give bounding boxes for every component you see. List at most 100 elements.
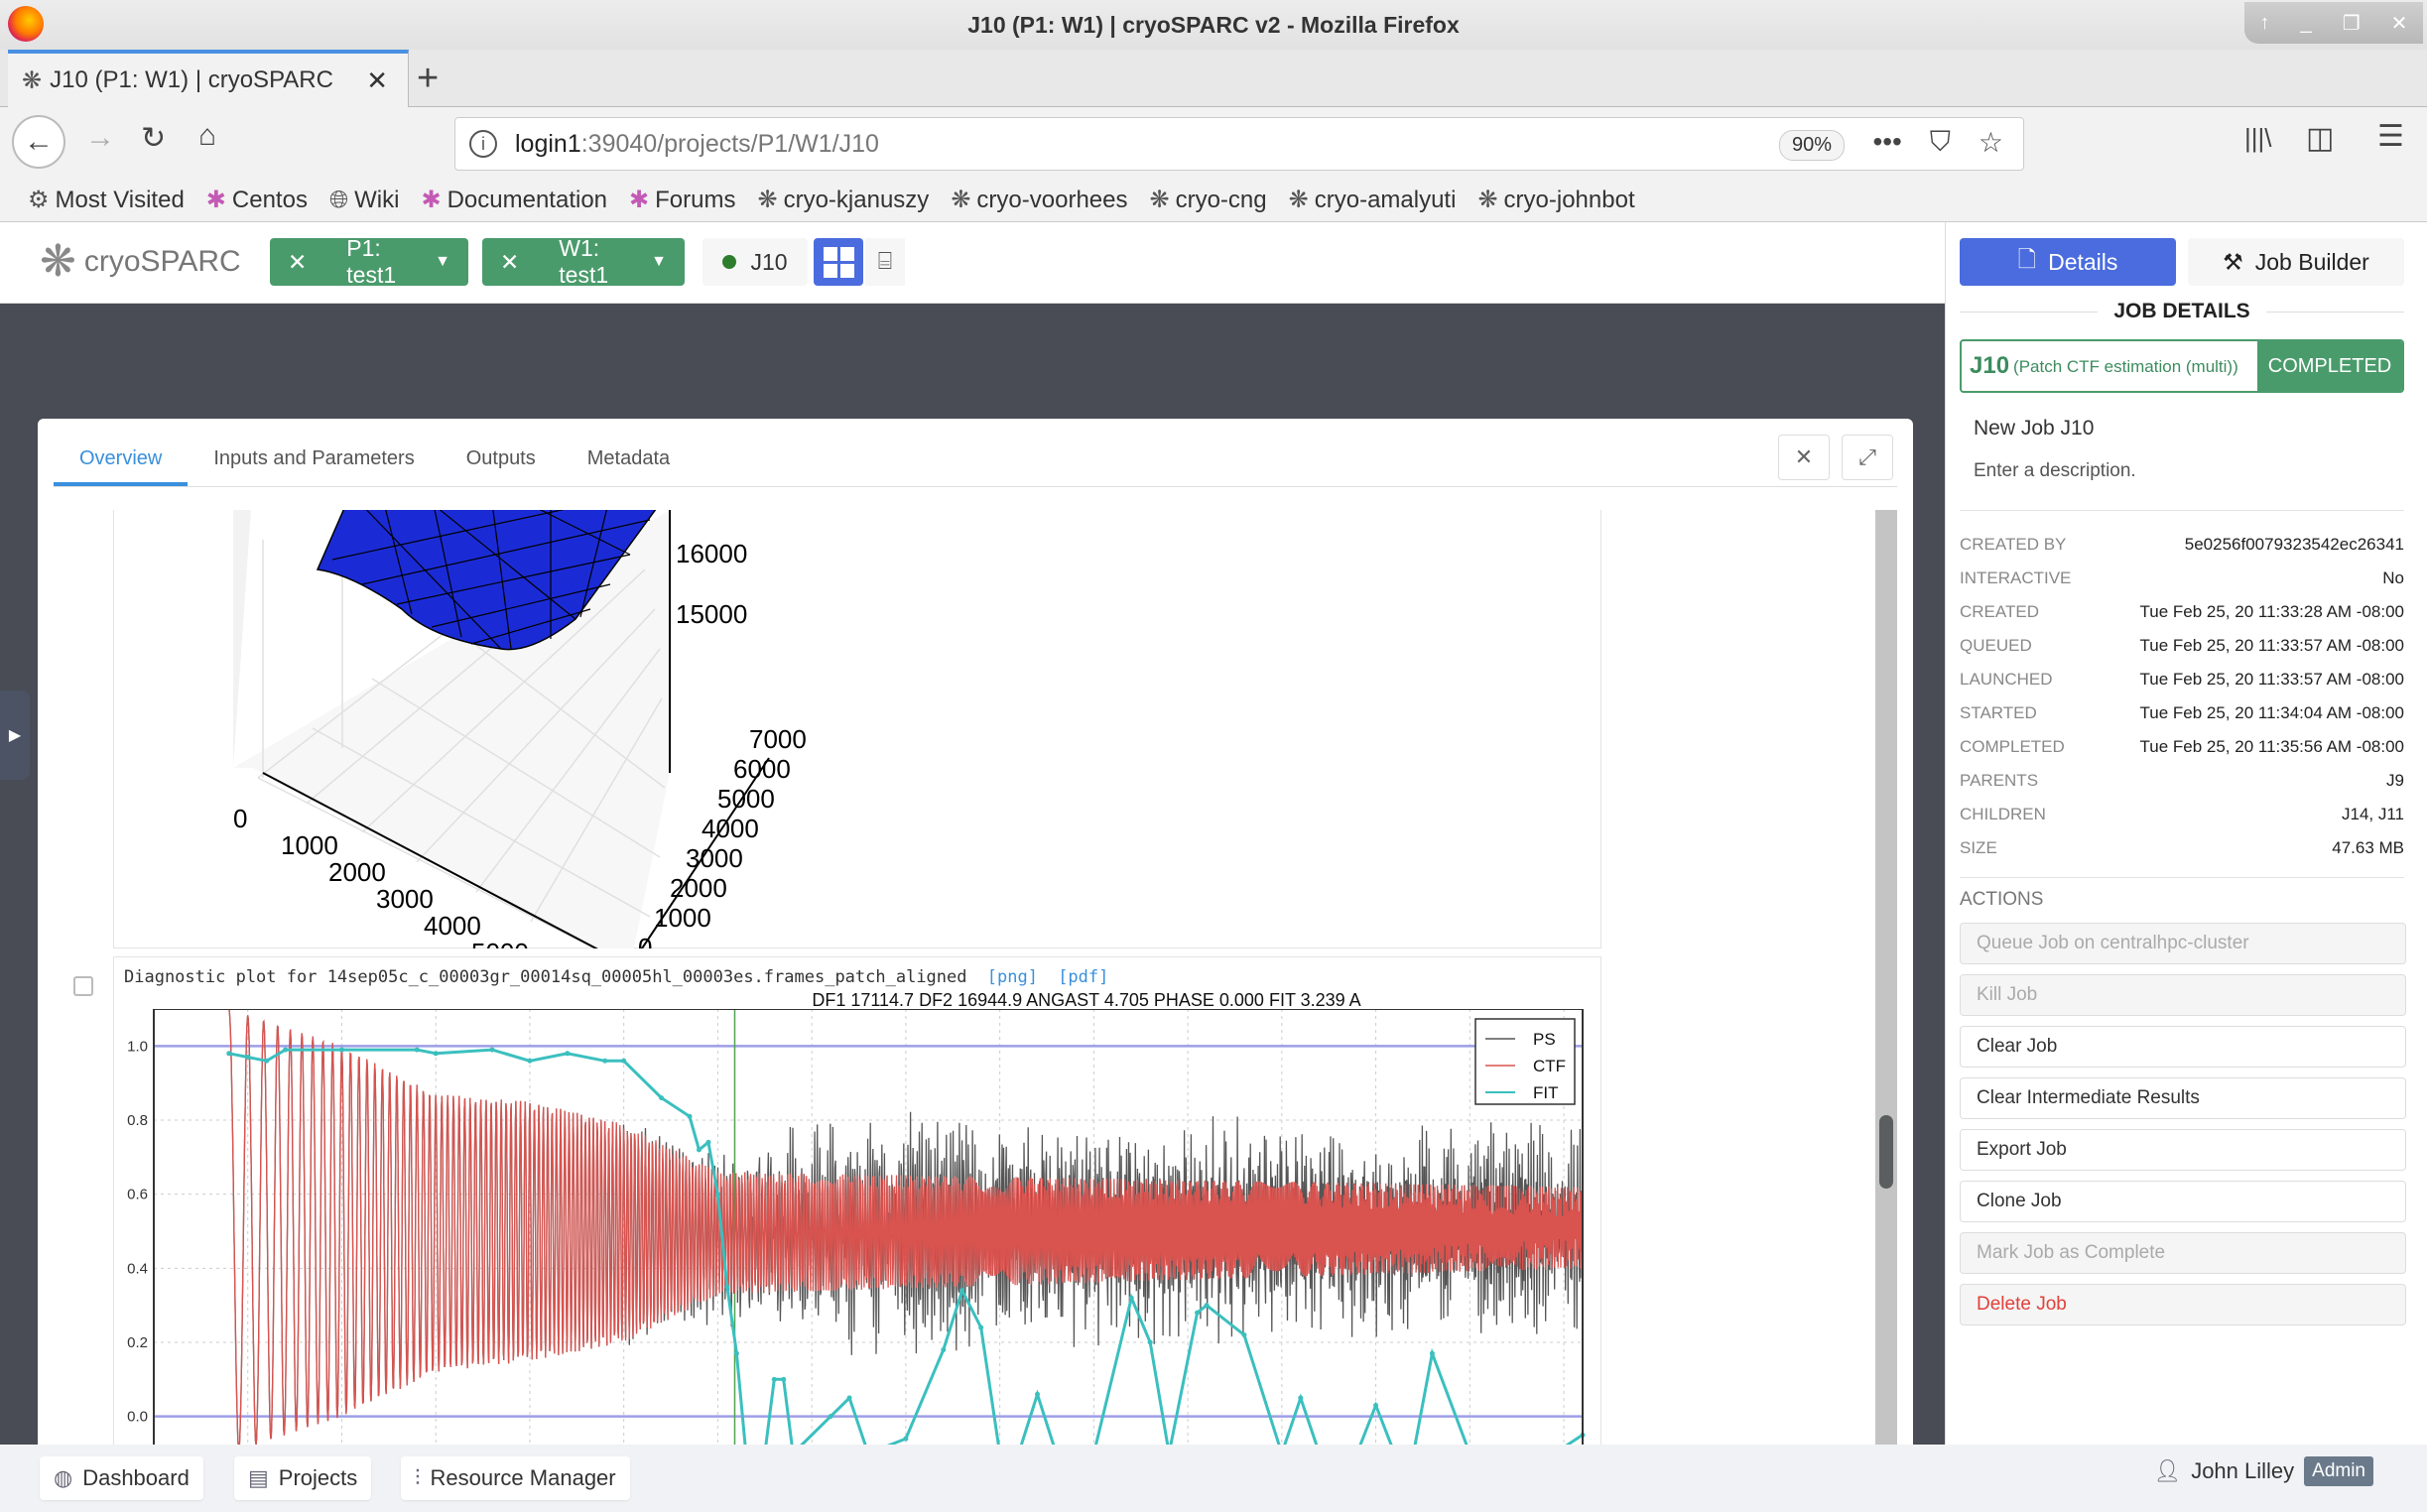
y-tick-label: 0.8 (127, 1112, 148, 1129)
library-icon[interactable]: |||\ (2244, 123, 2272, 154)
y-tick-label: 0.2 (127, 1334, 148, 1351)
bookmark-cryo-cng[interactable]: ❋ cryo-cng (1149, 186, 1266, 214)
centos-icon: ✱ (629, 187, 650, 213)
job-pill[interactable]: J10 (703, 238, 808, 286)
fit-point (978, 1324, 984, 1330)
status-badge: COMPLETED (2257, 341, 2402, 391)
workspace-pill[interactable]: ✕ W1: test1 ▼ (482, 235, 685, 288)
new-tab-button[interactable]: + (417, 58, 439, 100)
bookmark-most-visited[interactable]: ⚙ Most Visited (28, 186, 185, 214)
fit-point (414, 1047, 420, 1053)
back-wall (233, 510, 251, 768)
metadata-value: Tue Feb 25, 20 11:33:57 AM -08:00 (2139, 636, 2404, 655)
project-pill[interactable]: ✕ P1: test1 ▼ (270, 235, 468, 288)
info-icon[interactable]: i (469, 130, 497, 158)
dashboard-button[interactable]: ◍ Dashboard (40, 1456, 203, 1500)
expand-modal-button[interactable]: ⤢ (1842, 435, 1893, 480)
close-project-icon[interactable]: ✕ (288, 249, 307, 276)
action-export-job-button[interactable]: Export Job (1960, 1129, 2406, 1171)
scrollbar-thumb[interactable] (1879, 1115, 1893, 1189)
action-kill-job-button: Kill Job (1960, 974, 2406, 1016)
modal-scrollbar[interactable] (1875, 510, 1897, 1482)
back-button[interactable]: ← (12, 115, 65, 169)
metadata-row: INTERACTIVE No (1960, 568, 2404, 588)
tab-outputs[interactable]: Outputs (441, 444, 562, 486)
pdf-link[interactable]: [pdf] (1058, 967, 1108, 987)
cryosparc-logo-icon: ❋ (40, 237, 76, 286)
job-id: J10 (1970, 352, 2010, 379)
action-clear-intermediate-results-button[interactable]: Clear Intermediate Results (1960, 1077, 2406, 1119)
tab-metadata[interactable]: Metadata (562, 444, 696, 486)
close-modal-button[interactable]: ✕ (1778, 435, 1830, 480)
bookmark-cryo-voorhees[interactable]: ❋ cryo-voorhees (951, 186, 1127, 214)
cryosparc-logo[interactable]: ❋ cryoSPARC (40, 236, 241, 287)
tab-overview[interactable]: Overview (54, 444, 189, 486)
bookmark-centos[interactable]: ✱ Centos (206, 186, 308, 214)
metadata-row: CREATED BY 5e0256f0079323542ec26341 (1960, 535, 2404, 555)
gear-icon: ⚙ (28, 187, 50, 213)
bookmark-wiki[interactable]: 🌐︎ Wiki (329, 187, 400, 214)
metadata-key: COMPLETED (1960, 737, 2065, 756)
bookmark-star-icon[interactable]: ☆ (1979, 126, 2003, 159)
app-footer: ◍ Dashboard ▤ Projects ⫶ Resource Manage… (0, 1445, 2427, 1512)
window-minimize-icon[interactable]: _ (2301, 12, 2312, 35)
metadata-value: 47.63 MB (2332, 838, 2404, 857)
bookmark-forums[interactable]: ✱ Forums (629, 186, 735, 214)
fit-point (733, 1350, 739, 1356)
chevron-down-icon: ▼ (651, 253, 667, 270)
overview-scroll-area[interactable]: 17000 16000 15000 0100020003000400050006… (113, 510, 1639, 1482)
sidebar-expand-handle[interactable]: ▶ (0, 691, 30, 780)
page-actions-icon[interactable]: ••• (1872, 126, 1901, 159)
tree-view-button[interactable]: ⌸ (865, 238, 905, 286)
cryosparc-app: ❋ cryoSPARC ✕ P1: test1 ▼ ✕ W1: test1 ▼ J1… (0, 222, 2427, 1512)
action-clear-job-button[interactable]: Clear Job (1960, 1026, 2406, 1068)
bookmark-cryo-johnbot[interactable]: ❋ cryo-johnbot (1477, 186, 1634, 214)
reload-button[interactable]: ↻ (141, 121, 166, 156)
job-status-dot (722, 255, 737, 269)
fit-point (828, 1414, 833, 1420)
home-button[interactable]: ⌂ (198, 119, 216, 153)
details-tab-button[interactable]: 🗋 Details (1960, 238, 2176, 286)
metadata-row: CHILDREN J14, J11 (1960, 805, 2404, 824)
tab-inputs-parameters[interactable]: Inputs and Parameters (188, 444, 440, 486)
menu-hamburger-icon[interactable]: ☰ (2377, 119, 2404, 154)
pocket-icon[interactable]: ⛉ (1930, 126, 1951, 159)
fit-point (602, 1058, 608, 1064)
forward-button[interactable]: → (85, 121, 115, 155)
job-description-field[interactable]: Enter a description. (1974, 460, 2136, 482)
sidebar-toggle-icon[interactable]: ◫ (2306, 121, 2334, 156)
window-close-icon[interactable]: ✕ (2391, 11, 2408, 36)
user-menu[interactable]: 👤︎ John Lilley Admin (2153, 1456, 2373, 1486)
window-restore-icon[interactable]: ❐ (2343, 11, 2361, 36)
card-view-button[interactable] (814, 238, 863, 286)
browser-tab[interactable]: ❋ J10 (P1: W1) | cryoSPARC ✕ (8, 50, 409, 107)
bookmark-cryo-amalyuti[interactable]: ❋ cryo-amalyuti (1289, 186, 1457, 214)
job-title-field[interactable]: New Job J10 (1974, 417, 2094, 441)
y-tick-label: 3000 (686, 843, 743, 873)
action-delete-job-button[interactable]: Delete Job (1960, 1284, 2406, 1325)
url-bar[interactable]: i login1:39040/projects/P1/W1/J10 90% ••… (454, 117, 2024, 171)
app-header: ❋ cryoSPARC ✕ P1: test1 ▼ ✕ W1: test1 ▼ J1… (0, 222, 1945, 304)
projects-button[interactable]: ▤ Projects (234, 1456, 372, 1500)
close-tab-icon[interactable]: ✕ (366, 65, 388, 96)
legend-label: PS (1533, 1030, 1556, 1049)
metadata-value: 5e0256f0079323542ec26341 (2184, 535, 2404, 554)
y-tick-label: 5000 (717, 784, 775, 814)
metadata-key: QUEUED (1960, 636, 2032, 655)
bookmark-documentation[interactable]: ✱ Documentation (421, 186, 607, 214)
window-up-icon[interactable]: ↑ (2260, 12, 2270, 35)
zoom-level-badge[interactable]: 90% (1778, 130, 1845, 161)
bookmark-cryo-kjanuszy[interactable]: ❋ cryo-kjanuszy (757, 186, 929, 214)
close-workspace-icon[interactable]: ✕ (500, 249, 519, 276)
fit-point (781, 1376, 787, 1382)
fit-point (1128, 1295, 1134, 1301)
png-link[interactable]: [png] (987, 967, 1038, 987)
fit-point (1204, 1303, 1210, 1309)
ctf-surface-plot: 17000 16000 15000 0100020003000400050006… (113, 510, 1601, 1021)
resource-manager-button[interactable]: ⫶ Resource Manager (401, 1456, 630, 1500)
firefox-logo-icon (8, 6, 44, 42)
action-clone-job-button[interactable]: Clone Job (1960, 1181, 2406, 1222)
job-builder-tab-button[interactable]: ⚒ Job Builder (2188, 238, 2404, 286)
role-badge: Admin (2304, 1456, 2373, 1486)
y-tick-label: 0.0 (127, 1409, 148, 1426)
